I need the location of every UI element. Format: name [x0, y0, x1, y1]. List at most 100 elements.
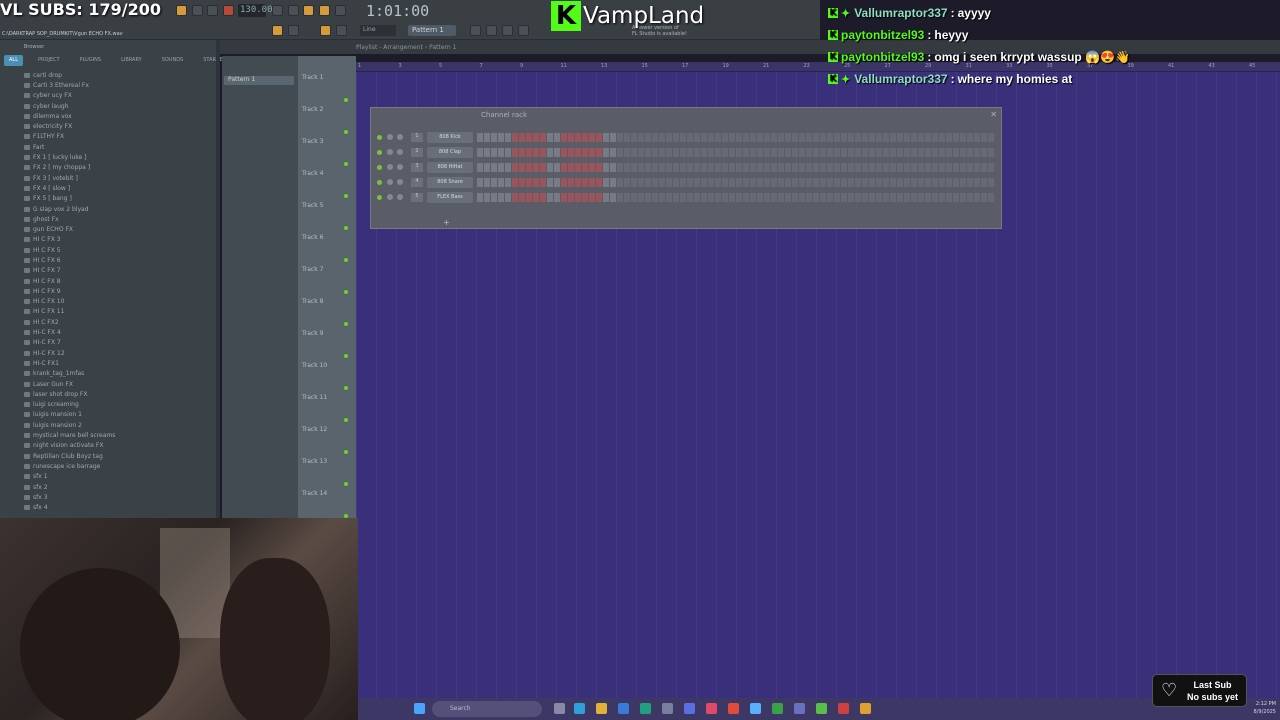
step-button[interactable]	[827, 133, 833, 142]
step-button[interactable]	[554, 193, 560, 202]
step-button[interactable]	[946, 178, 952, 187]
step-button[interactable]	[687, 178, 693, 187]
step-button[interactable]	[554, 163, 560, 172]
browser-item[interactable]: Reptilian Club Boyz tag	[24, 451, 219, 461]
step-button[interactable]	[764, 178, 770, 187]
step-button[interactable]	[652, 178, 658, 187]
playlist-view-button[interactable]	[272, 25, 283, 36]
pan-knob[interactable]	[387, 164, 393, 170]
step-button[interactable]	[960, 133, 966, 142]
step-button[interactable]	[715, 133, 721, 142]
step-button[interactable]	[981, 148, 987, 157]
step-button[interactable]	[673, 178, 679, 187]
browser-item[interactable]: HI-C FX1	[24, 358, 219, 368]
step-button[interactable]	[687, 193, 693, 202]
step-button[interactable]	[736, 193, 742, 202]
step-button[interactable]	[883, 178, 889, 187]
step-button[interactable]	[953, 193, 959, 202]
step-button[interactable]	[659, 178, 665, 187]
browser-item[interactable]: F1LTHY FX	[24, 132, 219, 142]
step-button[interactable]	[701, 178, 707, 187]
step-button[interactable]	[659, 148, 665, 157]
track-mute-led[interactable]	[344, 130, 348, 134]
step-button[interactable]	[869, 148, 875, 157]
file-explorer-icon[interactable]	[596, 703, 607, 714]
taskbar-search[interactable]: Search	[432, 701, 542, 717]
step-button[interactable]	[701, 148, 707, 157]
step-button[interactable]	[610, 178, 616, 187]
step-button[interactable]	[869, 178, 875, 187]
step-button[interactable]	[596, 163, 602, 172]
step-button[interactable]	[617, 133, 623, 142]
step-button[interactable]	[694, 163, 700, 172]
step-button[interactable]	[575, 178, 581, 187]
pan-knob[interactable]	[387, 134, 393, 140]
step-button[interactable]	[638, 178, 644, 187]
step-button[interactable]	[904, 178, 910, 187]
step-button[interactable]	[841, 148, 847, 157]
step-button[interactable]	[883, 148, 889, 157]
step-button[interactable]	[981, 178, 987, 187]
step-button[interactable]	[729, 133, 735, 142]
browser-item[interactable]: cyber ucy FX	[24, 91, 219, 101]
step-button[interactable]	[505, 148, 511, 157]
step-button[interactable]	[736, 163, 742, 172]
step-button[interactable]	[701, 193, 707, 202]
browser-item[interactable]: luigis mansion 1	[24, 410, 219, 420]
step-button[interactable]	[722, 178, 728, 187]
step-button[interactable]	[855, 178, 861, 187]
step-button[interactable]	[981, 133, 987, 142]
browser-item[interactable]: Fart	[24, 142, 219, 152]
browser-item[interactable]: FX 2 [ my choppa ]	[24, 163, 219, 173]
step-button[interactable]	[575, 133, 581, 142]
browser-item[interactable]: HI C FX 5	[24, 245, 219, 255]
step-button[interactable]	[792, 148, 798, 157]
step-button[interactable]	[603, 163, 609, 172]
channel-rack-view-button[interactable]	[486, 25, 497, 36]
draw-tool-button[interactable]	[320, 25, 331, 36]
step-button[interactable]	[911, 133, 917, 142]
step-button[interactable]	[729, 178, 735, 187]
discord-icon[interactable]	[684, 703, 695, 714]
step-button[interactable]	[974, 163, 980, 172]
browser-item[interactable]: dilemma vox	[24, 111, 219, 121]
step-button[interactable]	[925, 148, 931, 157]
step-button[interactable]	[666, 163, 672, 172]
step-button[interactable]	[960, 178, 966, 187]
step-button[interactable]	[778, 193, 784, 202]
step-button[interactable]	[799, 163, 805, 172]
step-button[interactable]	[694, 148, 700, 157]
step-button[interactable]	[778, 163, 784, 172]
step-button[interactable]	[918, 148, 924, 157]
step-button[interactable]	[687, 133, 693, 142]
step-button[interactable]	[911, 148, 917, 157]
paint-tool-button[interactable]	[336, 25, 347, 36]
step-button[interactable]	[575, 193, 581, 202]
step-button[interactable]	[932, 148, 938, 157]
step-button[interactable]	[512, 178, 518, 187]
step-button[interactable]	[904, 148, 910, 157]
browser-item[interactable]: sfx 1	[24, 472, 219, 482]
browser-item[interactable]: electricity FX	[24, 121, 219, 131]
step-button[interactable]	[484, 163, 490, 172]
step-button[interactable]	[666, 193, 672, 202]
step-button[interactable]	[477, 193, 483, 202]
browser-item[interactable]: krank_tag_1mfas	[24, 369, 219, 379]
step-button[interactable]	[806, 133, 812, 142]
plugin-view-button[interactable]	[518, 25, 529, 36]
step-button[interactable]	[694, 178, 700, 187]
step-button[interactable]	[519, 163, 525, 172]
step-button[interactable]	[498, 178, 504, 187]
step-button[interactable]	[869, 193, 875, 202]
step-button[interactable]	[925, 163, 931, 172]
step-button[interactable]	[820, 133, 826, 142]
step-button[interactable]	[918, 133, 924, 142]
step-button[interactable]	[750, 178, 756, 187]
step-button[interactable]	[533, 163, 539, 172]
step-button[interactable]	[785, 193, 791, 202]
step-button[interactable]	[757, 133, 763, 142]
step-button[interactable]	[778, 148, 784, 157]
step-button[interactable]	[603, 193, 609, 202]
step-button[interactable]	[505, 163, 511, 172]
step-button[interactable]	[890, 148, 896, 157]
